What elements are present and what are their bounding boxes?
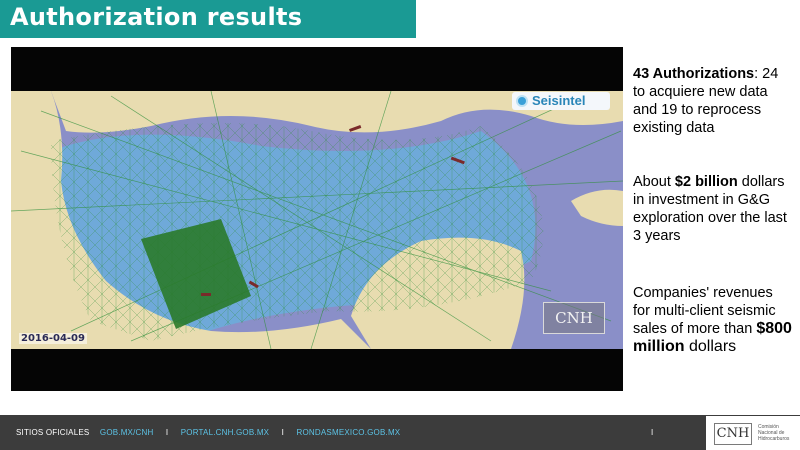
stat-revenues: Companies' revenues for multi-client sei… bbox=[633, 284, 793, 356]
cnh-watermark: CNH bbox=[543, 302, 605, 334]
map-video-frame: Seisintel 2016-04-09 CNH bbox=[11, 47, 623, 391]
seisintel-logo: Seisintel bbox=[512, 92, 610, 110]
title-bar: Authorization results bbox=[0, 0, 416, 38]
cnh-logo: CNH bbox=[714, 423, 752, 445]
seisintel-logo-text: Seisintel bbox=[532, 93, 586, 108]
footer-link-portal-cnh[interactable]: PORTAL.CNH.GOB.MX bbox=[181, 428, 269, 437]
stat-investment: About $2 billion dollars in investment i… bbox=[633, 173, 793, 245]
footer-label: SITIOS OFICIALES bbox=[16, 428, 90, 437]
stat-authorizations: 43 Authorizations: 24 to acquiere new da… bbox=[633, 65, 793, 137]
cnh-logo-subtitle: Comisión Nacional de Hidrocarburos bbox=[758, 424, 790, 442]
stat-investment-bold: $2 billion bbox=[674, 174, 738, 190]
footer-link-gob-mx-cnh[interactable]: GOB.MX/CNH bbox=[100, 428, 154, 437]
stat-authorizations-bold: 43 Authorizations bbox=[633, 66, 755, 82]
footer-bar: SITIOS OFICIALES GOB.MX/CNH I PORTAL.CNH… bbox=[0, 415, 800, 450]
footer-link-rondas-mexico[interactable]: RONDASMEXICO.GOB.MX bbox=[297, 428, 401, 437]
map-date: 2016-04-09 bbox=[19, 333, 87, 344]
stat-revenues-text: dollars bbox=[684, 338, 737, 355]
footer-logo: CNH Comisión Nacional de Hidrocarburos bbox=[706, 416, 800, 450]
gulf-seismic-map bbox=[11, 91, 623, 349]
stat-revenues-pre: Companies' revenues for multi-client sei… bbox=[633, 285, 776, 337]
page-number: I bbox=[651, 428, 654, 437]
footer-links: SITIOS OFICIALES GOB.MX/CNH I PORTAL.CNH… bbox=[16, 428, 400, 437]
slide-title: Authorization results bbox=[10, 3, 303, 31]
stat-investment-pre: About bbox=[633, 174, 675, 190]
footer-separator: I bbox=[165, 428, 169, 437]
footer-separator: I bbox=[281, 428, 285, 437]
seisintel-icon bbox=[516, 95, 528, 107]
